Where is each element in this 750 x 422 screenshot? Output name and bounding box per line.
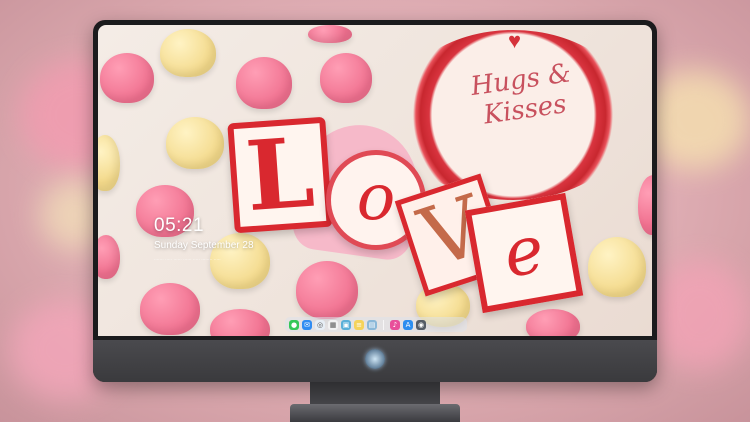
camera-icon[interactable]: ◉ xyxy=(416,319,426,330)
candy-heart xyxy=(526,309,580,336)
messages-icon[interactable]: ● xyxy=(289,319,299,330)
letter-l: L xyxy=(227,116,333,234)
finder-icon[interactable]: ▤ xyxy=(367,319,377,330)
heart-icon: ♥ xyxy=(508,28,522,53)
candy-heart xyxy=(98,135,120,191)
candy-heart xyxy=(588,237,646,297)
monitor: ♥ Hugs & Kisses L o V e 05:21 Sunday Sep… xyxy=(93,20,657,382)
safari-icon[interactable]: ◎ xyxy=(315,319,325,330)
background-blur-pink xyxy=(650,260,750,370)
candy-heart xyxy=(166,117,224,169)
preview-icon[interactable]: ▣ xyxy=(341,319,351,330)
dock: ● ✉ ◎ ▦ ▣ ≡ ▤ ♪ A ◉ xyxy=(285,317,467,332)
mail-icon[interactable]: ✉ xyxy=(302,319,312,330)
candy-heart xyxy=(308,25,352,43)
candy-heart xyxy=(140,283,200,335)
letter-e: e xyxy=(464,192,584,314)
lockscreen-date: Sunday September 28 xyxy=(154,240,254,251)
lockscreen-time: 05:21 xyxy=(154,215,205,236)
monitor-stand-base xyxy=(290,404,460,422)
candy-heart xyxy=(160,29,216,77)
desktop-screen[interactable]: ♥ Hugs & Kisses L o V e 05:21 Sunday Sep… xyxy=(98,25,652,336)
dock-separator xyxy=(383,319,384,330)
candy-heart xyxy=(296,261,358,319)
monitor-logo-icon xyxy=(365,349,385,369)
candy-heart xyxy=(320,53,372,103)
calendar-icon[interactable]: ▦ xyxy=(328,319,338,330)
candy-heart xyxy=(98,235,120,279)
candy-heart xyxy=(638,175,652,235)
candy-heart xyxy=(210,309,270,336)
notes-icon[interactable]: ≡ xyxy=(354,319,364,330)
lockscreen-subline: ....... ..... ...... ...... ..... ......… xyxy=(154,256,221,262)
music-icon[interactable]: ♪ xyxy=(390,319,400,330)
candy-heart xyxy=(236,57,292,109)
candy-heart xyxy=(100,53,154,103)
app-store-icon[interactable]: A xyxy=(403,319,413,330)
